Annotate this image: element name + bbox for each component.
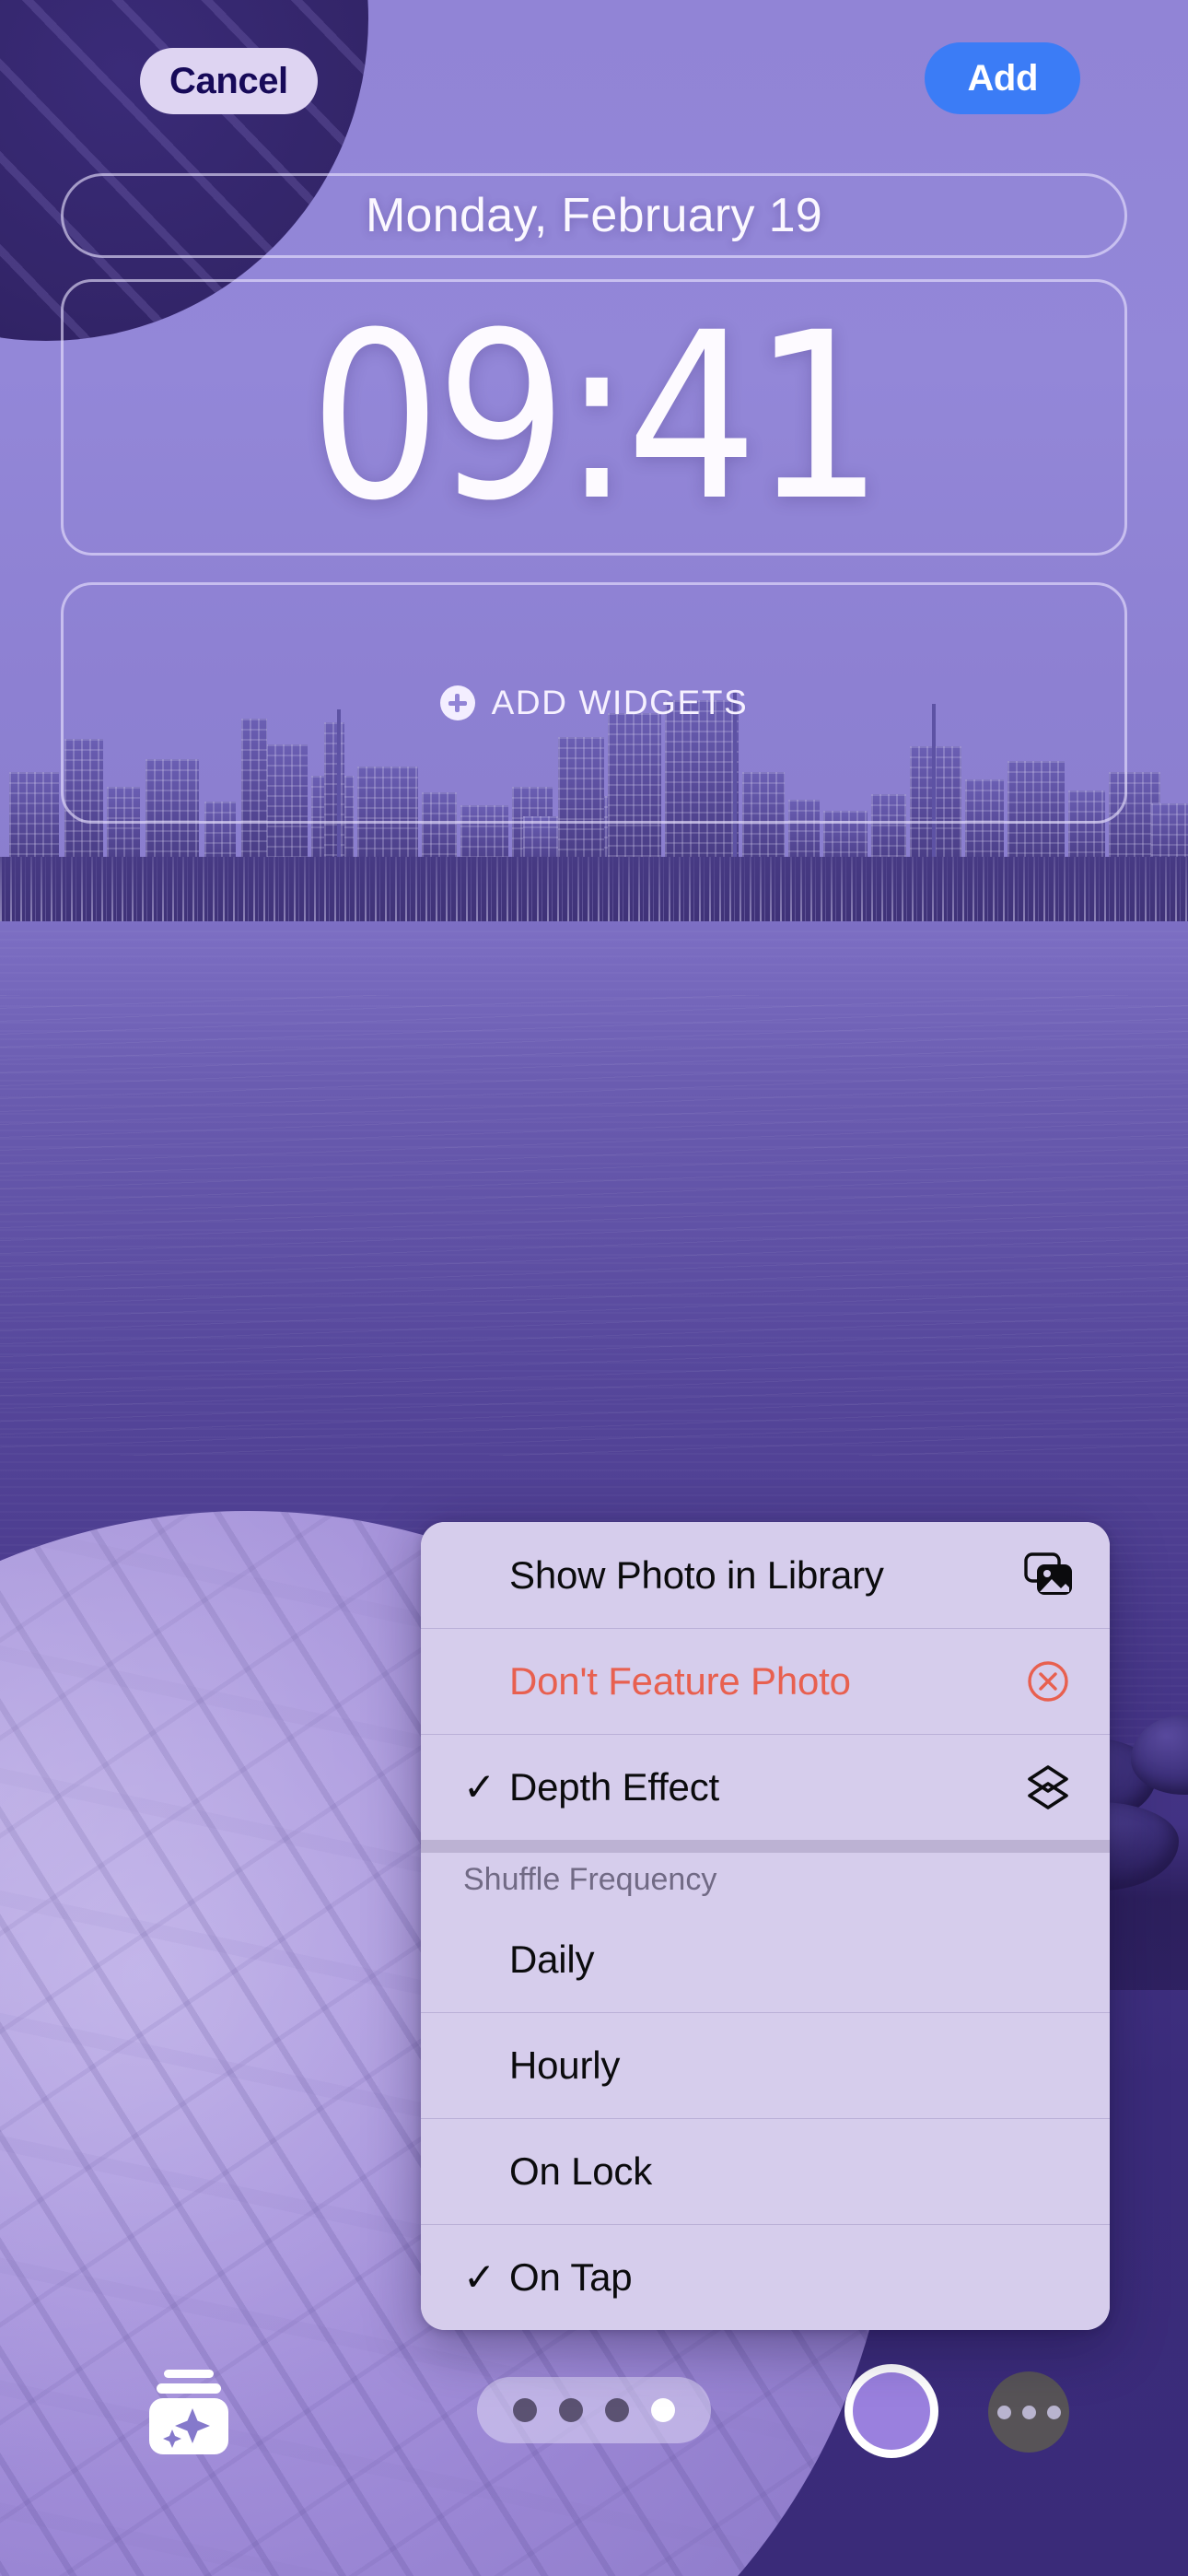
ellipsis-dot [1021, 2405, 1036, 2419]
plus-circle-icon [439, 685, 475, 720]
lock-screen-clock[interactable]: 09:41 [61, 279, 1127, 556]
wallpaper-ripples-fine [0, 995, 1188, 1456]
add-button[interactable]: Add [925, 42, 1080, 114]
checkmark-icon: ✓ [463, 2254, 496, 2300]
page-indicator[interactable] [477, 2377, 711, 2443]
menu-item-icon-slot [1019, 1763, 1075, 1811]
ellipsis-dot [996, 2405, 1011, 2419]
menu-item-show-photo-in-library[interactable]: Show Photo in Library [421, 1522, 1110, 1628]
circle-x-icon [1028, 1661, 1068, 1702]
menu-section-header: Shuffle Frequency [421, 1840, 1110, 1906]
menu-section-label: Shuffle Frequency [463, 1861, 717, 1897]
menu-item-hourly[interactable]: Hourly [421, 2012, 1110, 2118]
ellipsis-icon[interactable] [988, 2371, 1069, 2453]
ellipsis-dot [1046, 2405, 1061, 2419]
add-widgets-button[interactable]: ADD WIDGETS [61, 582, 1127, 824]
menu-item-don-t-feature-photo[interactable]: Don't Feature Photo [421, 1628, 1110, 1734]
checkmark-icon: ✓ [463, 1764, 496, 1809]
lock-screen-editor: Cancel Add Monday, February 19 09:41 ADD… [0, 0, 1188, 2576]
menu-item-label: Daily [509, 1937, 595, 1981]
photo-options-context-menu: Show Photo in Library Don't Feature Photo… [421, 1522, 1110, 2330]
page-dot[interactable] [513, 2398, 537, 2422]
page-dot[interactable] [559, 2398, 583, 2422]
layers-icon [1028, 1765, 1068, 1809]
lock-screen-date[interactable]: Monday, February 19 [61, 173, 1127, 258]
bottom-toolbar [0, 2340, 1188, 2524]
menu-item-on-lock[interactable]: On Lock [421, 2118, 1110, 2224]
menu-item-label: Don't Feature Photo [509, 1659, 851, 1703]
menu-item-on-tap[interactable]: ✓ On Tap [421, 2224, 1110, 2330]
photo-stack-icon [1024, 1551, 1072, 1595]
page-dot[interactable] [651, 2398, 675, 2422]
cancel-button[interactable]: Cancel [140, 48, 318, 114]
menu-item-icon-slot [1019, 1657, 1075, 1705]
menu-item-icon-slot [1019, 1551, 1075, 1599]
menu-item-label: Depth Effect [509, 1765, 719, 1809]
color-swatch-button[interactable] [844, 2364, 938, 2458]
menu-item-label: Hourly [509, 2043, 621, 2087]
menu-item-label: On Lock [509, 2149, 653, 2193]
menu-item-label: Show Photo in Library [509, 1552, 884, 1597]
page-dot[interactable] [605, 2398, 629, 2422]
top-toolbar: Cancel Add [0, 0, 1188, 152]
menu-item-daily[interactable]: Daily [421, 1906, 1110, 2012]
add-widgets-label: ADD WIDGETS [491, 684, 749, 721]
menu-item-depth-effect[interactable]: ✓ Depth Effect [421, 1734, 1110, 1840]
menu-item-label: On Tap [509, 2255, 633, 2299]
photo-shuffle-sparkle-icon[interactable] [140, 2368, 238, 2456]
